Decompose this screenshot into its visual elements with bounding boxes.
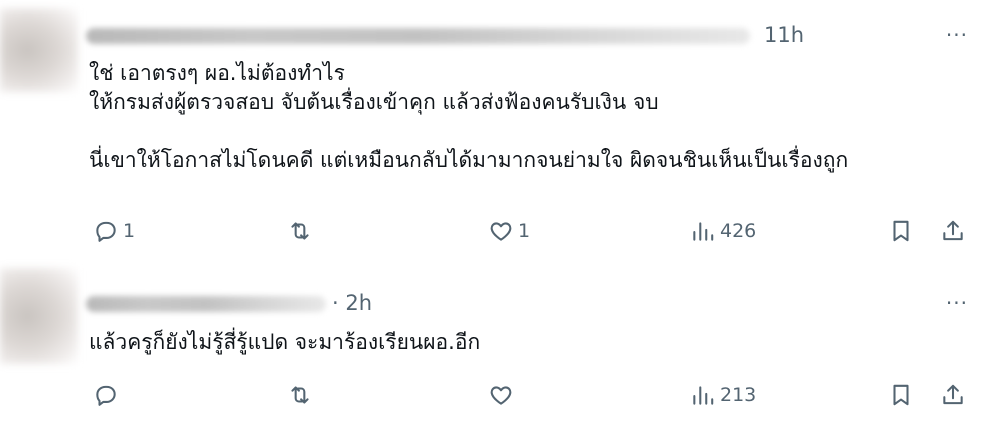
view-count: 426 (720, 220, 757, 242)
reply-icon (96, 221, 116, 242)
action-bar: 1 1 426 (0, 213, 988, 253)
timestamp[interactable]: · 2h (332, 291, 372, 315)
bookmark-button[interactable] (888, 377, 914, 413)
more-options-icon[interactable]: ··· (946, 291, 968, 315)
views-button[interactable]: 426 (690, 213, 756, 249)
share-icon (943, 220, 963, 241)
like-button[interactable]: 1 (488, 213, 530, 249)
like-count: 1 (518, 220, 531, 242)
tweet-header: · 2h ··· (86, 289, 968, 319)
tweet-text: ใช่ เอาตรงๆ ผอ.ไม่ต้องทำไร ให้กรมส่งผู้ต… (89, 59, 968, 175)
avatar[interactable] (0, 268, 78, 364)
retweet-button[interactable] (287, 213, 313, 249)
tweet-text-line: ใช่ เอาตรงๆ ผอ.ไม่ต้องทำไร (89, 61, 345, 85)
reply-button[interactable] (93, 377, 119, 413)
views-icon (693, 222, 714, 241)
heart-icon (490, 386, 512, 405)
tweet-text-line (89, 117, 968, 146)
share-icon (943, 384, 963, 405)
bookmark-icon (893, 220, 909, 242)
avatar[interactable] (0, 8, 78, 92)
tweet[interactable]: 11h ··· ใช่ เอาตรงๆ ผอ.ไม่ต้องทำไร ให้กร… (0, 0, 988, 262)
share-button[interactable] (940, 377, 966, 413)
tweet-text-line: แล้วครูก็ยังไม่รู้สี่รู้แปด จะมาร้องเรีย… (89, 330, 481, 354)
more-options-icon[interactable]: ··· (946, 23, 968, 47)
tweet[interactable]: · 2h ··· แล้วครูก็ยังไม่รู้สี่รู้แปด จะม… (0, 262, 988, 422)
bookmark-button[interactable] (888, 213, 914, 249)
tweet-text-line: ให้กรมส่งผู้ตรวจสอบ จับต้นเรื่องเข้าคุก … (89, 90, 659, 114)
reply-button[interactable]: 1 (93, 213, 135, 249)
share-button[interactable] (940, 213, 966, 249)
view-count: 213 (720, 384, 757, 406)
bookmark-icon (893, 384, 909, 406)
heart-icon (490, 222, 512, 241)
retweet-icon (291, 222, 309, 240)
timestamp[interactable]: 11h (764, 23, 804, 47)
tweet-text-line: นี่เขาให้โอกาสไม่โดนคดี แต่เหมือนกลับได้… (89, 148, 849, 172)
author-name-blurred[interactable] (86, 28, 750, 44)
tweet-text: แล้วครูก็ยังไม่รู้สี่รู้แปด จะมาร้องเรีย… (89, 328, 968, 357)
views-button[interactable]: 213 (690, 377, 756, 413)
retweet-button[interactable] (287, 377, 313, 413)
action-bar: 213 (0, 377, 988, 417)
views-icon (693, 386, 714, 405)
retweet-icon (291, 386, 309, 404)
reply-icon (96, 385, 116, 406)
author-name-blurred[interactable] (86, 296, 326, 312)
tweet-header: 11h ··· (86, 21, 968, 51)
like-button[interactable] (488, 377, 514, 413)
reply-count: 1 (123, 220, 136, 242)
